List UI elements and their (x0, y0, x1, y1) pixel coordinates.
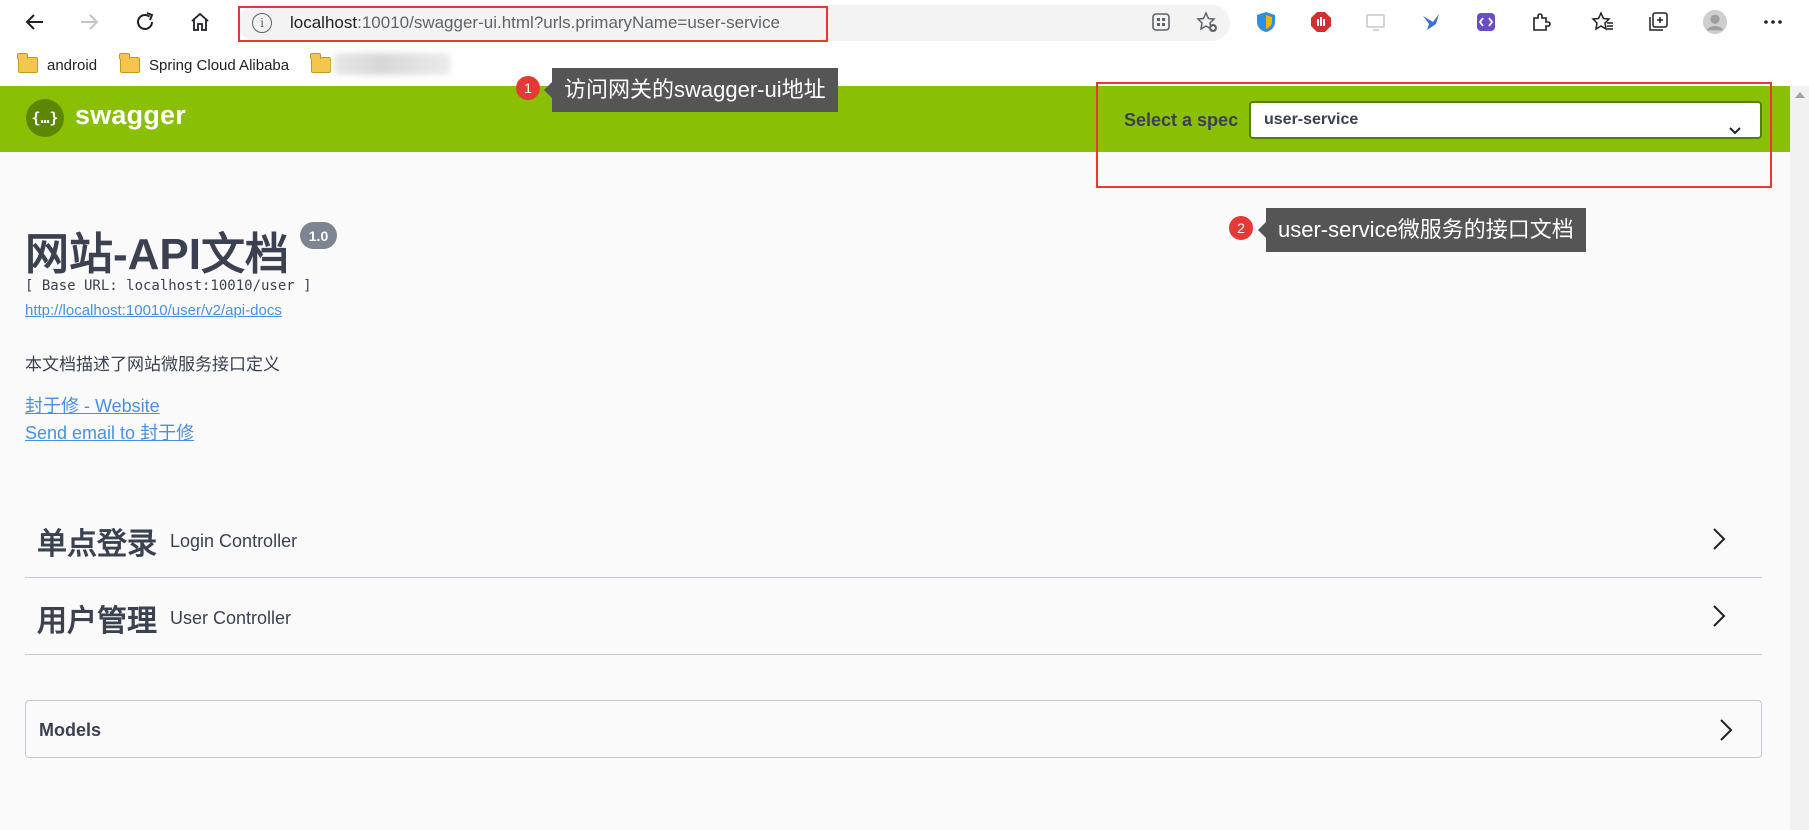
obscured-bookmark-label (333, 53, 451, 75)
profile-icon[interactable] (1702, 9, 1728, 35)
home-icon[interactable] (185, 7, 215, 37)
base-url: [ Base URL: localhost:10010/user ] (25, 278, 312, 294)
bookmarks-bar: android Spring Cloud Alibaba (0, 44, 1809, 86)
annotation-callout-2: user-service微服务的接口文档 (1258, 208, 1586, 252)
models-section[interactable]: Models (25, 700, 1762, 758)
address-annotation-box (238, 6, 828, 42)
scroll-up-arrow-icon[interactable] (1795, 92, 1805, 98)
chevron-right-icon[interactable] (1712, 527, 1726, 556)
annotation-callout-1: 访问网关的swagger-ui地址 (544, 68, 838, 112)
tag-section-user[interactable]: 用户管理 User Controller (25, 577, 1762, 655)
bookmark-spring-cloud-alibaba[interactable]: Spring Cloud Alibaba (119, 53, 289, 76)
swagger-logo-icon[interactable]: {…} (26, 99, 64, 137)
code-extension-icon[interactable] (1473, 9, 1499, 35)
bookmark-android[interactable]: android (17, 53, 97, 76)
tag-description: Login Controller (170, 531, 298, 551)
folder-icon (17, 53, 38, 73)
api-title: 网站-API文档 (25, 230, 289, 279)
extensions-icon[interactable] (1528, 9, 1554, 35)
page-scrollbar[interactable] (1790, 86, 1809, 830)
forward-icon[interactable] (74, 7, 104, 37)
back-icon[interactable] (20, 7, 50, 37)
api-description: 本文档描述了网站微服务接口定义 (25, 355, 280, 374)
spec-annotation-box (1096, 82, 1772, 188)
favorites-icon[interactable] (1590, 9, 1616, 35)
chevron-right-icon[interactable] (1712, 604, 1726, 633)
tag-name: 单点登录 (37, 528, 157, 561)
tag-description: User Controller (170, 608, 292, 628)
collections-icon[interactable] (1645, 9, 1671, 35)
apps-icon[interactable] (1149, 10, 1173, 34)
favorite-add-icon[interactable] (1195, 10, 1219, 34)
api-docs-link[interactable]: http://localhost:10010/user/v2/api-docs (25, 302, 282, 319)
annotation-badge-2: 2 (1229, 216, 1253, 240)
version-badge: 1.0 (300, 222, 337, 249)
shield-extension-icon[interactable] (1253, 9, 1279, 35)
folder-icon (119, 53, 140, 73)
contact-email-link[interactable]: Send email to 封于修 (25, 419, 194, 445)
refresh-icon[interactable] (130, 7, 160, 37)
annotation-badge-1: 1 (516, 76, 540, 100)
swagger-brand[interactable]: swagger (75, 100, 186, 131)
chevron-right-icon[interactable] (1719, 718, 1733, 747)
folder-icon (310, 53, 331, 73)
tag-section-login[interactable]: 单点登录 Login Controller (25, 500, 1762, 578)
adblock-extension-icon[interactable] (1308, 9, 1334, 35)
tag-name: 用户管理 (37, 605, 157, 638)
contact-website-link[interactable]: 封于修 - Website (25, 392, 160, 418)
screen-extension-icon[interactable] (1363, 9, 1389, 35)
models-title: Models (39, 720, 102, 740)
more-icon[interactable] (1760, 9, 1786, 35)
bird-extension-icon[interactable] (1418, 9, 1444, 35)
